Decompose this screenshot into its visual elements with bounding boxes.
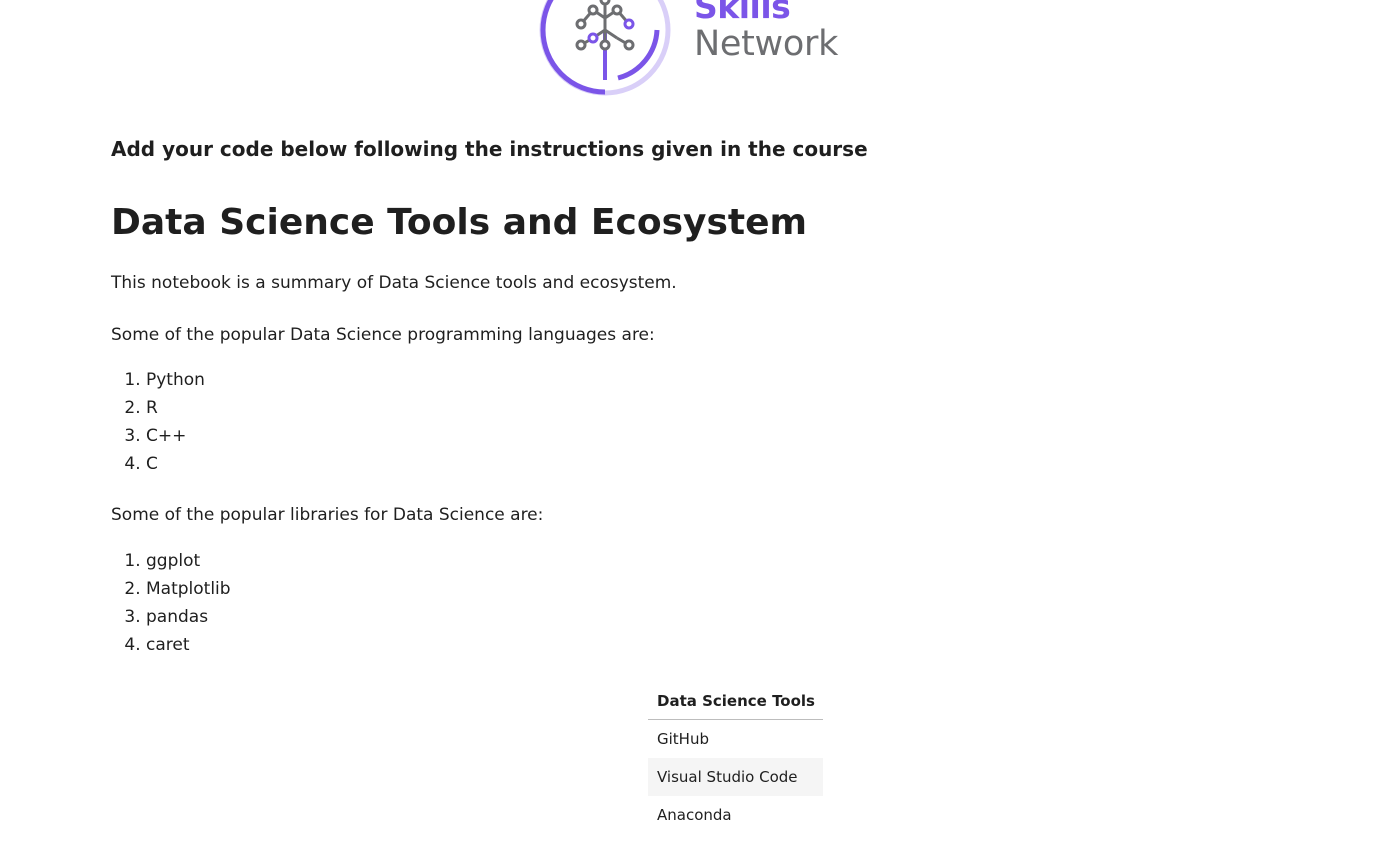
intro-paragraph: This notebook is a summary of Data Scien…	[111, 273, 677, 293]
logo-skills-text: Skills	[694, 0, 791, 26]
list-item: caret	[146, 631, 231, 659]
languages-heading: Some of the popular Data Science program…	[111, 325, 655, 345]
logo-wordmark: Skills Network	[694, 0, 838, 62]
list-item: C	[146, 450, 205, 478]
table-row: Anaconda	[648, 796, 823, 834]
table-cell: GitHub	[657, 730, 709, 748]
table-header-cell: Data Science Tools	[648, 684, 823, 720]
table-row: Visual Studio Code	[648, 758, 823, 796]
list-item: Matplotlib	[146, 575, 231, 603]
table-row: GitHub	[648, 720, 823, 759]
languages-list: Python R C++ C	[111, 366, 205, 478]
libraries-heading: Some of the popular libraries for Data S…	[111, 505, 544, 525]
skills-network-tree-icon	[538, 0, 672, 100]
notebook-page: Skills Network Add your code below follo…	[0, 0, 1382, 847]
libraries-list: ggplot Matplotlib pandas caret	[111, 547, 231, 659]
list-item: pandas	[146, 603, 231, 631]
table-cell: Anaconda	[657, 806, 732, 824]
instructions-heading: Add your code below following the instru…	[111, 137, 868, 161]
list-item: Python	[146, 366, 205, 394]
logo-network-text: Network	[694, 24, 839, 64]
tools-table: Data Science Tools GitHub Visual Studio …	[648, 684, 823, 834]
list-item: R	[146, 394, 205, 422]
skills-network-logo: Skills Network	[538, 0, 858, 100]
table-cell: Visual Studio Code	[648, 758, 823, 796]
list-item: C++	[146, 422, 205, 450]
page-title: Data Science Tools and Ecosystem	[111, 202, 808, 243]
table-header-row: Data Science Tools	[648, 684, 823, 720]
list-item: ggplot	[146, 547, 231, 575]
